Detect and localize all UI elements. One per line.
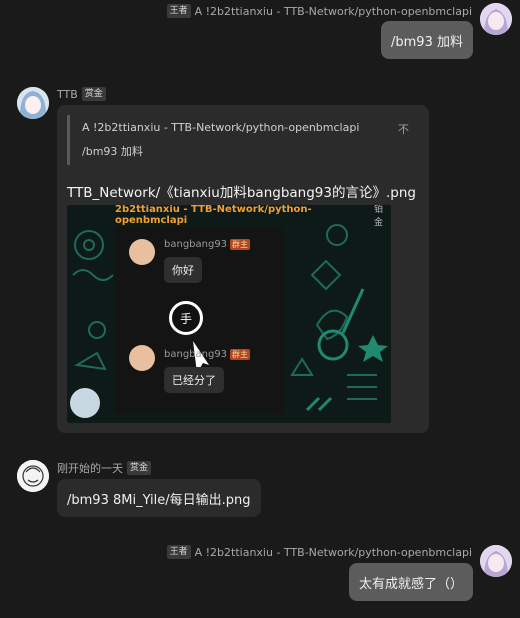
sender-name[interactable]: A !2b2ttianxiu - TTB-Network/python-open… (195, 5, 472, 18)
anime-girl-avatar-icon (480, 545, 512, 577)
image-header: 2b2ttianxiu - TTB-Network/python-openbmc… (67, 205, 391, 228)
message-bubble[interactable]: /bm93 8Mi_Yile/每日输出.png (57, 479, 261, 517)
avatar (129, 345, 155, 371)
role-badge: 王者 (166, 4, 191, 18)
message-meta: 王者 A !2b2ttianxiu - TTB-Network/python-o… (166, 4, 472, 18)
image-sender-name: bangbang93 (164, 349, 228, 360)
role-badge: 赏金 (127, 461, 152, 475)
image-header-title: 2b2ttianxiu - TTB-Network/python-openbmc… (115, 205, 312, 226)
anime-girl-avatar-icon (480, 3, 512, 35)
message-text: /bm93 8Mi_Yile/每日输出.png (67, 492, 251, 508)
quote-close-button[interactable]: 不 (398, 121, 409, 137)
quote-text: /bm93 加料 (82, 145, 143, 158)
sender-name[interactable]: A !2b2ttianxiu - TTB-Network/python-open… (195, 546, 472, 559)
avatar[interactable] (17, 87, 49, 119)
message-bubble[interactable]: 太有成就感了（） (348, 563, 473, 601)
owner-badge: 群主 (230, 239, 251, 250)
image-message-bubble: 已经分了 (164, 367, 224, 393)
attached-image[interactable]: 2b2ttianxiu - TTB-Network/python-openbmc… (67, 205, 391, 423)
avatar[interactable] (17, 460, 49, 492)
message-card[interactable]: A !2b2ttianxiu - TTB-Network/python-open… (57, 105, 429, 433)
image-message-bubble: 你好 (164, 257, 202, 283)
sender-name[interactable]: TTB (57, 88, 78, 101)
quote-sender: A !2b2ttianxiu - TTB-Network/python-open… (82, 121, 360, 134)
message-bubble[interactable]: /bm93 加料 (381, 21, 473, 59)
attachment-filename: TTB_Network/《tianxiu加料bangbang93的言论》.png (67, 185, 416, 201)
message-meta: 王者 A !2b2ttianxiu - TTB-Network/python-o… (166, 545, 472, 559)
message-meta: 刚开始的一天 赏金 (57, 460, 152, 476)
sketch-avatar-icon (17, 460, 49, 492)
avatar (129, 239, 155, 265)
role-badge: 赏金 (81, 87, 106, 101)
owner-badge: 群主 (230, 349, 251, 360)
image-sender: bangbang93 群主 (164, 239, 251, 250)
message-text: 太有成就感了（） (358, 576, 463, 592)
message-meta: TTB 赏金 (57, 87, 106, 101)
image-sender: bangbang93 群主 (164, 349, 251, 360)
anime-girl-avatar-icon (17, 87, 49, 119)
role-badge: 王者 (166, 545, 191, 559)
hand-icon: 手 (169, 301, 203, 335)
message-text: /bm93 加料 (391, 34, 463, 50)
reply-quote[interactable]: A !2b2ttianxiu - TTB-Network/python-open… (67, 115, 409, 165)
avatar[interactable] (480, 3, 512, 35)
image-header-badge: 铂金 (374, 205, 384, 228)
image-sender-name: bangbang93 (164, 239, 228, 250)
sender-name[interactable]: 刚开始的一天 (57, 460, 123, 476)
avatar[interactable] (480, 545, 512, 577)
